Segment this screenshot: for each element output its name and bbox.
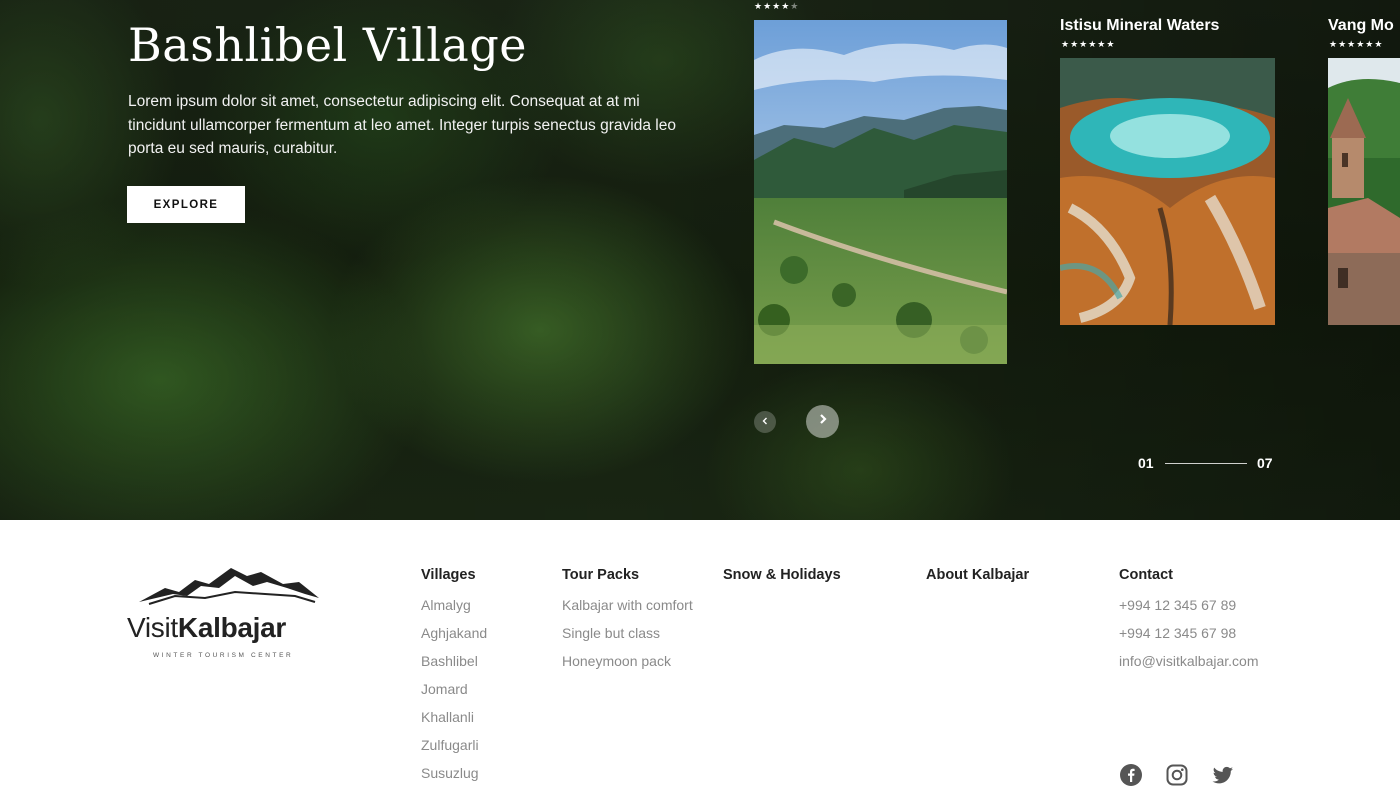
contact-phone[interactable]: +994 12 345 67 89 [1119, 595, 1259, 623]
destination-image[interactable] [754, 20, 1007, 364]
explore-button[interactable]: EXPLORE [127, 186, 245, 223]
contact-email[interactable]: info@visitkalbajar.com [1119, 651, 1259, 679]
footer-link[interactable]: Single but class [562, 623, 693, 651]
carousel-next-button[interactable] [806, 405, 839, 438]
contact-phone[interactable]: +994 12 345 67 98 [1119, 623, 1259, 651]
site-footer: VisitKalbajar WINTER TOURISM CENTER Vill… [0, 520, 1400, 787]
twitter-icon[interactable] [1211, 763, 1235, 787]
footer-link[interactable]: Bashlibel [421, 651, 487, 679]
chevron-right-icon [816, 412, 830, 431]
footer-column-tour-packs: Tour Packs Kalbajar with comfort Single … [562, 567, 693, 679]
pager-current: 01 [1138, 455, 1154, 471]
footer-link[interactable]: Susuzlug [421, 763, 487, 787]
hero-description: Lorem ipsum dolor sit amet, consectetur … [128, 93, 676, 157]
pager-total: 07 [1257, 455, 1273, 471]
hero-title: Bashlibel Village [128, 18, 528, 72]
footer-link[interactable]: Kalbajar with comfort [562, 595, 693, 623]
logo-tagline: WINTER TOURISM CENTER [153, 652, 294, 659]
rating-stars: ★★★★★★ [1329, 39, 1384, 49]
column-heading: Contact [1119, 567, 1173, 583]
footer-link[interactable]: Khallanli [421, 707, 487, 735]
destination-title[interactable]: Istisu Mineral Waters [1060, 17, 1219, 35]
carousel-prev-button[interactable] [754, 411, 776, 433]
facebook-icon[interactable] [1119, 763, 1143, 787]
destination-image[interactable] [1060, 58, 1275, 325]
logo-wordmark: VisitKalbajar [127, 612, 287, 643]
destination-title[interactable]: Vang Mo [1328, 17, 1394, 35]
column-heading: Villages [421, 567, 476, 583]
site-logo[interactable]: VisitKalbajar WINTER TOURISM CENTER [127, 564, 327, 664]
footer-column-about: About Kalbajar [926, 567, 1029, 595]
rating-stars: ★★★★★ [754, 1, 800, 11]
pager-progress-line [1165, 463, 1247, 464]
column-heading[interactable]: About Kalbajar [926, 567, 1029, 583]
footer-link[interactable]: Zulfugarli [421, 735, 487, 763]
footer-column-snow-holidays: Snow & Holidays [723, 567, 841, 595]
chevron-left-icon [760, 413, 770, 431]
footer-link[interactable]: Honeymoon pack [562, 651, 693, 679]
column-heading[interactable]: Snow & Holidays [723, 567, 841, 583]
footer-link[interactable]: Almalyg [421, 595, 487, 623]
footer-link[interactable]: Aghjakand [421, 623, 487, 651]
instagram-icon[interactable] [1165, 763, 1189, 787]
hero-section: Bashlibel Village Lorem ipsum dolor sit … [0, 0, 1400, 520]
mountain-logo-icon [139, 568, 319, 605]
footer-column-villages: Villages Almalyg Aghjakand Bashlibel Jom… [421, 567, 487, 787]
column-heading: Tour Packs [562, 567, 640, 583]
footer-link[interactable]: Jomard [421, 679, 487, 707]
footer-column-contact: Contact +994 12 345 67 89 +994 12 345 67… [1119, 567, 1259, 679]
rating-stars: ★★★★★★ [1061, 39, 1116, 49]
destination-image[interactable] [1328, 58, 1400, 325]
